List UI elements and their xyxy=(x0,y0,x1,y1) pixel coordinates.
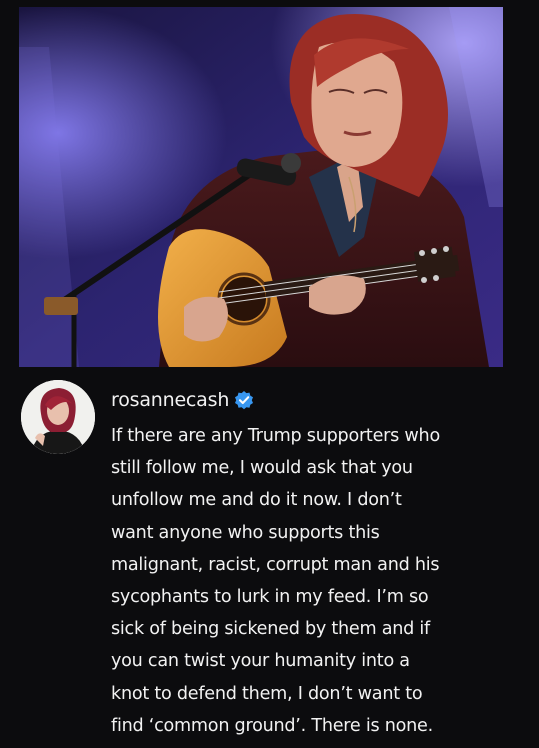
verified-check-icon xyxy=(234,390,254,410)
username-row: rosannecash xyxy=(111,387,254,413)
post-photo[interactable] xyxy=(19,7,503,367)
avatar[interactable] xyxy=(21,380,95,454)
post-caption: If there are any Trump supporters who st… xyxy=(111,426,440,736)
profile-photo xyxy=(21,380,95,454)
username[interactable]: rosannecash xyxy=(111,388,229,412)
stage-performance-image xyxy=(19,7,503,367)
post-details: rosannecash If there are any Trump suppo… xyxy=(0,370,539,748)
